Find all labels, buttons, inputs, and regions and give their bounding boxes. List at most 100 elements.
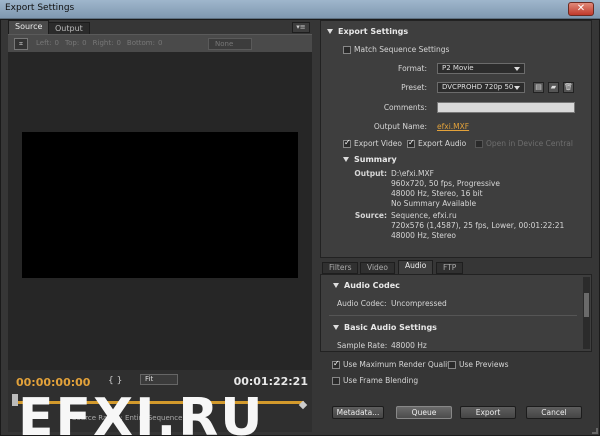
export-audio-label: Export Audio xyxy=(418,139,467,148)
summary-header[interactable]: Summary xyxy=(343,155,397,164)
summary-source-line: 48000 Hz, Stereo xyxy=(391,231,457,240)
audio-scrollbar[interactable] xyxy=(583,277,590,349)
use-previews-label: Use Previews xyxy=(459,360,509,369)
frame-blending-checkbox[interactable]: Use Frame Blending xyxy=(332,376,418,385)
video-preview xyxy=(22,132,298,278)
checkbox-icon xyxy=(343,138,351,148)
tab-audio[interactable]: Audio xyxy=(398,260,434,274)
crop-ratio-select[interactable]: None xyxy=(208,38,252,50)
summary-title: Summary xyxy=(354,155,397,164)
delete-preset-icon[interactable]: 🗑 xyxy=(563,82,574,93)
open-device-central-label: Open in Device Central xyxy=(486,139,573,148)
tab-source[interactable]: Source xyxy=(8,20,50,34)
use-previews-checkbox[interactable]: Use Previews xyxy=(448,360,509,369)
summary-output-line: 960x720, 50 fps, Progressive xyxy=(391,179,500,188)
summary-output: Output: D:\efxi.MXF 960x720, 50 fps, Pro… xyxy=(343,169,589,209)
preview-pane: Source Output ▾≡ ⌗ Left: 0 Top: 0 Right: 0 … xyxy=(8,20,312,436)
crop-right-label: Right: xyxy=(92,39,114,47)
preview-area xyxy=(8,52,312,388)
output-name-link[interactable]: efxi.MXF xyxy=(437,122,469,131)
settings-pane: Export Settings Match Sequence Settings … xyxy=(320,20,592,432)
audio-codec-title: Audio Codec xyxy=(344,281,400,290)
sample-rate-label: Sample Rate: xyxy=(337,341,388,350)
cancel-button[interactable]: Cancel xyxy=(526,406,582,419)
settings-tabs: Filters Video Audio FTP xyxy=(320,260,592,274)
checkbox-icon xyxy=(332,376,340,385)
match-sequence-checkbox[interactable]: Match Sequence Settings xyxy=(343,45,449,54)
export-video-label: Export Video xyxy=(354,139,402,148)
queue-button[interactable]: Queue xyxy=(396,406,452,419)
crop-fields: Left: 0 Top: 0 Right: 0 Bottom: 0 xyxy=(36,39,162,47)
crop-top-label: Top: xyxy=(65,39,80,47)
checkbox-icon xyxy=(448,360,456,369)
collapse-triangle-icon xyxy=(343,157,349,162)
tab-filters[interactable]: Filters xyxy=(322,262,359,274)
checkbox-icon xyxy=(332,359,340,369)
crop-icon[interactable]: ⌗ xyxy=(14,38,28,50)
basic-audio-header[interactable]: Basic Audio Settings xyxy=(333,323,437,332)
export-settings-header[interactable]: Export Settings xyxy=(327,27,408,36)
title-bar: Export Settings ✕ xyxy=(0,0,600,19)
section-divider xyxy=(329,315,577,316)
max-render-quality-label: Use Maximum Render Quality xyxy=(343,360,455,369)
render-options: Use Maximum Render Quality Use Previews … xyxy=(320,354,592,394)
preset-label: Preset: xyxy=(401,83,427,92)
format-label: Format: xyxy=(398,64,427,73)
checkbox-icon xyxy=(407,138,415,148)
audio-settings-panel: Audio Codec Audio Codec: Uncompressed Ba… xyxy=(320,274,592,352)
summary-source: Source: Sequence, efxi.ru 720x576 (1,458… xyxy=(343,211,589,241)
summary-output-line: 48000 Hz, Stereo, 16 bit xyxy=(391,189,483,198)
basic-audio-title: Basic Audio Settings xyxy=(344,323,437,332)
out-point-handle[interactable] xyxy=(298,400,308,410)
audio-codec-value[interactable]: Uncompressed xyxy=(391,299,447,308)
import-preset-icon[interactable]: ▰ xyxy=(548,82,559,93)
panel-menu-icon[interactable]: ▾≡ xyxy=(292,22,310,33)
resize-grip-icon[interactable] xyxy=(592,428,598,434)
export-settings-title: Export Settings xyxy=(338,27,409,36)
checkbox-icon xyxy=(475,139,483,148)
summary-source-label: Source: xyxy=(354,211,387,220)
summary-output-line: D:\efxi.MXF xyxy=(391,169,434,178)
tab-ftp[interactable]: FTP xyxy=(436,262,464,274)
export-video-checkbox[interactable]: Export Video xyxy=(343,138,402,148)
summary-output-line: No Summary Available xyxy=(391,199,477,208)
metadata-button[interactable]: Metadata... xyxy=(332,406,384,419)
open-device-central-checkbox[interactable]: Open in Device Central xyxy=(475,139,573,148)
summary-source-line: Sequence, efxi.ru xyxy=(391,211,457,220)
comments-input[interactable] xyxy=(437,102,575,113)
export-audio-checkbox[interactable]: Export Audio xyxy=(407,138,467,148)
window-title: Export Settings xyxy=(5,3,75,13)
format-select[interactable]: P2 Movie xyxy=(437,63,525,74)
match-sequence-label: Match Sequence Settings xyxy=(354,45,450,54)
collapse-triangle-icon xyxy=(327,29,333,34)
audio-codec-label: Audio Codec: xyxy=(337,299,387,308)
crop-bottom-value[interactable]: 0 xyxy=(158,39,162,47)
action-buttons: Metadata... Queue Export Cancel xyxy=(320,406,592,420)
output-name-label: Output Name: xyxy=(373,122,427,131)
duration-timecode: 00:01:22:21 xyxy=(233,375,308,388)
sample-rate-value[interactable]: 48000 Hz xyxy=(391,341,427,350)
export-settings-panel: Export Settings Match Sequence Settings … xyxy=(320,20,592,258)
preset-select[interactable]: DVCPROHD 720p 50 xyxy=(437,82,525,93)
collapse-triangle-icon xyxy=(333,283,339,288)
crop-bottom-label: Bottom: xyxy=(126,39,155,47)
crop-left-label: Left: xyxy=(36,39,52,47)
close-button[interactable]: ✕ xyxy=(568,2,594,16)
frame-blending-label: Use Frame Blending xyxy=(343,376,419,385)
crop-top-value[interactable]: 0 xyxy=(82,39,86,47)
scrollbar-thumb[interactable] xyxy=(584,293,589,317)
summary-source-line: 720x576 (1,4587), 25 fps, Lower, 00:01:2… xyxy=(391,221,565,230)
max-render-quality-checkbox[interactable]: Use Maximum Render Quality xyxy=(332,359,455,369)
export-button[interactable]: Export xyxy=(460,406,516,419)
audio-codec-header[interactable]: Audio Codec xyxy=(333,281,400,290)
zoom-select[interactable]: Fit xyxy=(140,374,178,385)
crop-right-value[interactable]: 0 xyxy=(116,39,120,47)
watermark-text: EFXI.RU xyxy=(18,388,265,436)
crop-left-value[interactable]: 0 xyxy=(55,39,59,47)
checkbox-icon xyxy=(343,45,351,54)
mark-in-out-buttons[interactable]: { } xyxy=(108,376,122,386)
tab-output[interactable]: Output xyxy=(48,22,90,34)
save-preset-icon[interactable]: ▤ xyxy=(533,82,544,93)
crop-toolbar: ⌗ Left: 0 Top: 0 Right: 0 Bottom: 0 None xyxy=(8,34,312,52)
tab-video[interactable]: Video xyxy=(360,262,396,274)
